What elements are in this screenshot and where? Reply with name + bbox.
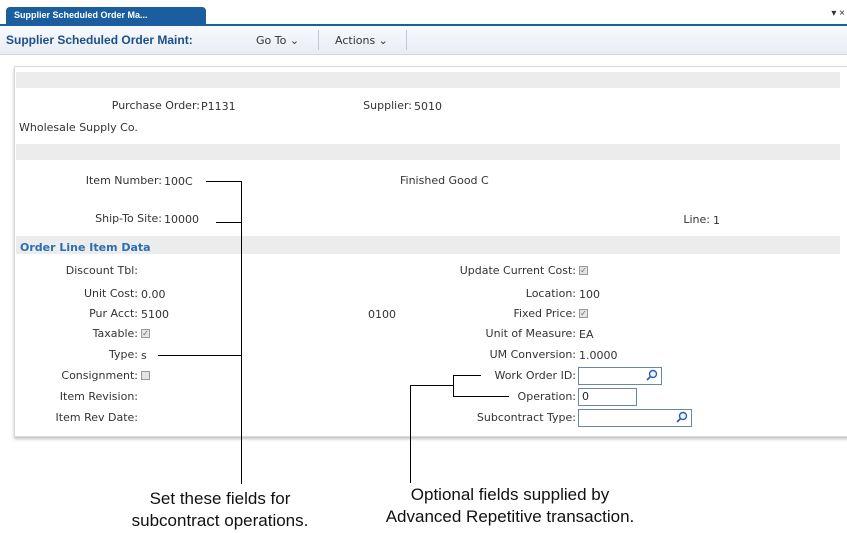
purchase-order-value: P1131	[201, 100, 236, 113]
fixed-price-label: Fixed Price:	[513, 307, 576, 320]
update-current-cost-checkbox[interactable]: ✓	[579, 266, 588, 275]
ship-to-site-value: 10000	[164, 213, 199, 226]
subcontract-type-label: Subcontract Type:	[476, 411, 576, 424]
callout-line	[453, 375, 481, 376]
unit-cost-label: Unit Cost:	[83, 287, 138, 300]
consignment-checkbox[interactable]	[141, 371, 150, 380]
discount-tbl-label: Discount Tbl:	[65, 264, 138, 277]
callout-line	[158, 355, 242, 356]
taxable-checkbox[interactable]: ✓	[141, 329, 150, 338]
goto-menu[interactable]: Go To ⌄	[256, 34, 299, 47]
work-order-id-label: Work Order ID:	[494, 369, 576, 382]
callout-line	[216, 222, 242, 223]
callout-line	[241, 181, 242, 484]
callout-line	[410, 385, 411, 483]
callout-line	[453, 375, 454, 397]
fixed-price-checkbox[interactable]: ✓	[579, 309, 588, 318]
item-number-label: Item Number:	[85, 174, 162, 187]
purchase-order-label: Purchase Order:	[111, 99, 200, 112]
checkmark-icon: ✓	[142, 329, 149, 338]
location-value: 100	[579, 288, 600, 301]
consignment-label: Consignment:	[61, 369, 138, 382]
item-rev-date-label: Item Rev Date:	[55, 411, 138, 424]
line-label: Line:	[683, 213, 710, 226]
location-label: Location:	[525, 287, 576, 300]
unit-cost-value: 0.00	[141, 288, 166, 301]
toolbar-separator	[406, 30, 407, 50]
update-current-cost-label: Update Current Cost:	[459, 264, 576, 277]
supplier-name: Wholesale Supply Co.	[19, 121, 138, 134]
section-title: Order Line Item Data	[20, 241, 151, 254]
unit-of-measure-label: Unit of Measure:	[485, 327, 576, 340]
supplier-value: 5010	[414, 100, 442, 113]
item-number-value: 100C	[164, 175, 193, 188]
page-title: Supplier Scheduled Order Maint:	[6, 33, 193, 47]
tab-controls[interactable]: ▾ ×	[831, 8, 845, 19]
operation-input[interactable]: 0	[578, 388, 637, 406]
item-revision-label: Item Revision:	[59, 390, 138, 403]
supplier-label: Supplier:	[363, 99, 412, 112]
checkmark-icon: ✓	[580, 266, 587, 275]
line-value: 1	[713, 214, 720, 227]
um-conversion-value: 1.0000	[579, 349, 618, 362]
taxable-label: Taxable:	[92, 327, 138, 340]
tab-supplier-scheduled-order[interactable]: Supplier Scheduled Order Ma...	[6, 7, 206, 24]
ship-to-site-label: Ship-To Site:	[95, 212, 162, 225]
checkmark-icon: ✓	[580, 309, 587, 318]
callout-line	[206, 181, 242, 182]
item-band	[16, 144, 840, 160]
magnifier-icon[interactable]	[646, 369, 658, 381]
actions-menu[interactable]: Actions ⌄	[335, 34, 388, 47]
item-description: Finished Good C	[400, 174, 489, 187]
type-label: Type:	[109, 348, 138, 361]
magnifier-icon[interactable]	[676, 411, 688, 423]
pur-acct-sub-value: 0100	[368, 308, 396, 321]
callout-right-line2: Advanced Repetitive transaction.	[385, 507, 635, 526]
toolbar-separator	[318, 30, 319, 50]
type-value: s	[141, 349, 147, 362]
pur-acct-label: Pur Acct:	[89, 307, 138, 320]
callout-right-caption: Optional fields supplied by Advanced Rep…	[330, 484, 690, 528]
callout-right-line1: Optional fields supplied by	[410, 485, 610, 504]
subcontract-type-input[interactable]	[578, 409, 692, 427]
callout-line	[453, 396, 509, 397]
unit-of-measure-value: EA	[579, 328, 594, 341]
callout-line	[410, 385, 454, 386]
pur-acct-value: 5100	[141, 308, 169, 321]
header-band	[16, 72, 840, 88]
um-conversion-label: UM Conversion:	[489, 348, 576, 361]
